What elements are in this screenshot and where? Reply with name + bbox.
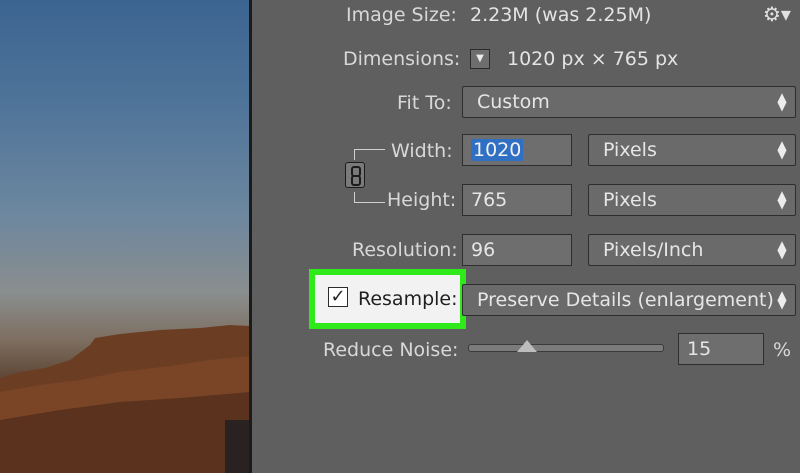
image-size-value: 2.23M (was 2.25M) bbox=[470, 4, 652, 26]
width-value: 1020 bbox=[471, 139, 524, 161]
dimensions-value: 1020 px × 765 px bbox=[507, 48, 679, 70]
fit-to-select[interactable]: Custom ▲ ▼ bbox=[462, 86, 796, 118]
image-size-label: Image Size: bbox=[346, 4, 457, 26]
dimensions-label: Dimensions: bbox=[343, 48, 461, 70]
width-unit-select[interactable]: Pixels ▲ ▼ bbox=[588, 134, 796, 166]
width-unit-value: Pixels bbox=[603, 139, 657, 161]
resample-checkbox[interactable]: ✓ bbox=[328, 287, 348, 307]
height-input[interactable]: 765 bbox=[462, 184, 572, 216]
reduce-noise-slider-thumb[interactable] bbox=[516, 340, 537, 352]
resample-method-select[interactable]: Preserve Details (enlargement) ▲ ▼ bbox=[462, 284, 796, 316]
height-value: 765 bbox=[471, 189, 508, 211]
gear-icon[interactable]: ⚙▾ bbox=[763, 2, 791, 26]
resolution-input[interactable]: 96 bbox=[462, 234, 572, 266]
select-arrows-icon: ▲ ▼ bbox=[777, 90, 787, 113]
reduce-noise-label: Reduce Noise: bbox=[323, 339, 459, 361]
resolution-unit-select[interactable]: Pixels/Inch ▲ ▼ bbox=[588, 234, 796, 266]
reduce-noise-unit: % bbox=[773, 339, 792, 361]
select-arrows-icon: ▲ ▼ bbox=[777, 238, 787, 261]
select-arrows-icon: ▲ ▼ bbox=[777, 288, 787, 311]
fit-to-value: Custom bbox=[477, 91, 550, 113]
fit-to-label: Fit To: bbox=[397, 92, 452, 114]
width-label: Width: bbox=[391, 140, 453, 162]
select-arrows-icon: ▲ ▼ bbox=[777, 188, 787, 211]
reduce-noise-input[interactable]: 15 bbox=[678, 333, 764, 365]
image-preview bbox=[0, 0, 250, 473]
triangle-down-icon[interactable]: ▼ bbox=[470, 49, 490, 69]
reduce-noise-slider-track[interactable] bbox=[468, 344, 664, 352]
resolution-value: 96 bbox=[471, 239, 496, 261]
height-label: Height: bbox=[387, 189, 457, 211]
select-arrows-icon: ▲ ▼ bbox=[777, 138, 787, 161]
constrain-bracket-top bbox=[354, 149, 385, 160]
resample-method-value: Preserve Details (enlargement) bbox=[477, 289, 774, 311]
desert-mesa-photo bbox=[0, 325, 250, 473]
resolution-unit-value: Pixels/Inch bbox=[603, 239, 704, 261]
height-unit-select[interactable]: Pixels ▲ ▼ bbox=[588, 184, 796, 216]
width-input[interactable]: 1020 bbox=[462, 134, 572, 166]
chain-link-icon[interactable] bbox=[345, 162, 365, 188]
resolution-label: Resolution: bbox=[352, 239, 458, 261]
resample-label: Resample: bbox=[358, 288, 458, 310]
height-unit-value: Pixels bbox=[603, 189, 657, 211]
reduce-noise-value: 15 bbox=[687, 338, 712, 360]
constrain-bracket-bottom bbox=[354, 192, 385, 203]
